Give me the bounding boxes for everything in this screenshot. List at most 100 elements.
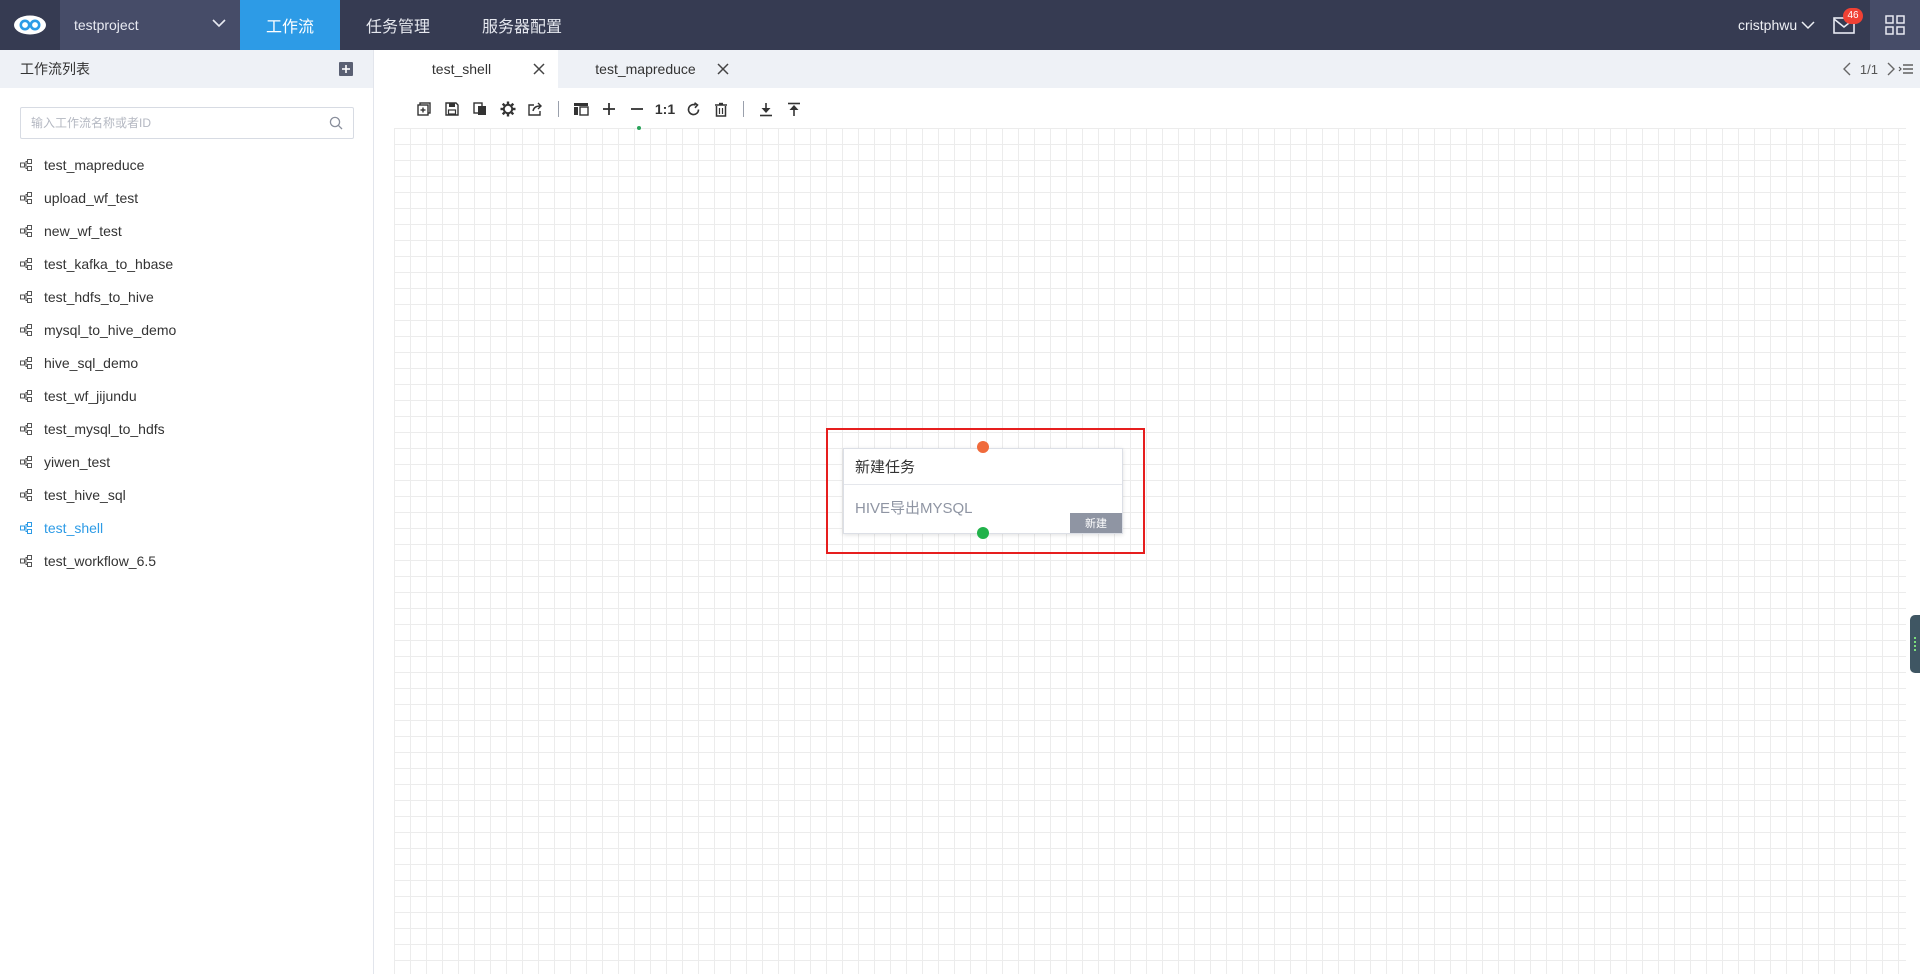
tab-list-button[interactable] (1898, 62, 1914, 76)
workflow-name: upload_wf_test (44, 189, 139, 206)
save-button[interactable] (438, 98, 466, 120)
delete-button[interactable] (707, 98, 735, 120)
search-input[interactable] (21, 108, 311, 138)
chevron-left-icon (1842, 62, 1851, 76)
minus-icon (631, 108, 643, 110)
workflow-item[interactable]: test_mysql_to_hdfs (0, 412, 373, 445)
page-indicator: 1/1 (1859, 61, 1878, 77)
plus-icon (342, 65, 350, 73)
sidebar-title: 工作流列表 (20, 61, 90, 77)
settings-button[interactable] (494, 98, 522, 120)
tab-test-mapreduce[interactable]: test_mapreduce (558, 50, 742, 88)
project-selector[interactable]: testproject (60, 0, 240, 50)
nav-workflow[interactable]: 工作流 (240, 0, 340, 50)
workflow-name: test_kafka_to_hbase (44, 255, 174, 272)
close-icon[interactable] (532, 62, 546, 76)
plus-icon (603, 103, 615, 115)
side-panel-handle[interactable] (1910, 615, 1920, 673)
node-task-type: HIVE导出MYSQL (855, 500, 973, 517)
toolbar-divider (558, 101, 559, 117)
refresh-button[interactable] (679, 98, 707, 120)
task-node[interactable]: 新建任务 HIVE导出MYSQL 新建 (843, 448, 1123, 534)
prev-page-button[interactable] (1842, 62, 1852, 76)
tab-label: test_mapreduce (595, 61, 696, 77)
download-button[interactable] (752, 98, 780, 120)
workflow-item[interactable]: test_workflow_6.5 (0, 544, 373, 577)
workflow-item[interactable]: upload_wf_test (0, 181, 373, 214)
workflow-item[interactable]: mysql_to_hive_demo (0, 313, 373, 346)
tab-test-shell[interactable]: test_shell (374, 50, 558, 88)
toolbar-divider (743, 101, 744, 117)
node-title: 新建任务 (844, 449, 1122, 485)
workflow-name: yiwen_test (44, 453, 111, 470)
layout-icon (574, 103, 589, 116)
workflow-name: test_shell (44, 519, 104, 536)
workflow-item[interactable]: test_kafka_to_hbase (0, 247, 373, 280)
edge-anchor-dot (637, 126, 641, 130)
copy-button[interactable] (466, 98, 494, 120)
layout-button[interactable] (567, 98, 595, 120)
workflow-name: test_wf_jijundu (44, 387, 137, 404)
app-logo[interactable] (0, 0, 60, 50)
add-node-icon (417, 102, 431, 116)
mail-count-badge: 46 (1843, 8, 1863, 24)
workflow-name: test_mapreduce (44, 156, 145, 173)
user-menu[interactable]: cristphwu (1738, 0, 1815, 50)
workflow-name: new_wf_test (44, 222, 122, 239)
nav-task-management[interactable]: 任务管理 (348, 0, 448, 50)
workflow-search (20, 107, 354, 139)
workflow-icon (20, 224, 32, 237)
upload-button[interactable] (780, 98, 808, 120)
zoom-in-button[interactable] (595, 98, 623, 120)
workflow-icon (20, 488, 32, 501)
workflow-icon (20, 389, 32, 402)
workflow-name: hive_sql_demo (44, 354, 139, 371)
save-icon (445, 102, 459, 116)
node-input-port[interactable] (977, 441, 989, 453)
workflow-item[interactable]: test_hdfs_to_hive (0, 280, 373, 313)
workflow-item[interactable]: new_wf_test (0, 214, 373, 247)
close-icon[interactable] (716, 62, 730, 76)
apps-button[interactable] (1870, 0, 1920, 50)
next-page-button[interactable] (1886, 62, 1896, 76)
workflow-canvas[interactable] (394, 128, 1906, 974)
workflow-item[interactable]: test_hive_sql (0, 478, 373, 511)
workflow-sidebar: 工作流列表 test_mapreduce upload_wf_test new_wf… (0, 50, 374, 974)
node-status-badge: 新建 (1070, 513, 1122, 533)
tab-pager: 1/1 (1842, 50, 1920, 88)
workflow-icon (20, 290, 32, 303)
workflow-name: test_workflow_6.5 (44, 552, 157, 569)
workflow-icon (20, 521, 32, 534)
nav-server-config[interactable]: 服务器配置 (468, 0, 576, 50)
trash-icon (715, 102, 727, 117)
workflow-item[interactable]: test_mapreduce (0, 148, 373, 181)
workflow-item[interactable]: test_wf_jijundu (0, 379, 373, 412)
workflow-icon (20, 455, 32, 468)
chevron-right-icon (1887, 62, 1895, 76)
workflow-icon (20, 422, 32, 435)
export-button[interactable] (522, 98, 550, 120)
grid-icon (1885, 15, 1905, 35)
tab-label: test_shell (431, 61, 492, 77)
zoom-out-button[interactable] (623, 98, 651, 120)
workflow-item[interactable]: yiwen_test (0, 445, 373, 478)
workflow-icon (20, 257, 32, 270)
zoom-reset-button[interactable]: 1:1 (651, 98, 679, 120)
search-icon[interactable] (329, 116, 343, 130)
refresh-icon (687, 101, 699, 115)
workflow-item[interactable]: test_shell (0, 511, 373, 544)
new-task-button[interactable] (410, 98, 438, 120)
copy-icon (473, 102, 486, 115)
list-icon (1898, 64, 1913, 74)
share-icon (528, 102, 542, 116)
workflow-item[interactable]: hive_sql_demo (0, 346, 373, 379)
editor-tab-bar: test_shell test_mapreduce 1/1 (374, 50, 1920, 88)
workflow-name: test_mysql_to_hdfs (44, 420, 165, 437)
workflow-name: mysql_to_hive_demo (44, 321, 177, 338)
add-workflow-button[interactable] (339, 62, 353, 76)
chevron-down-icon (1801, 20, 1815, 29)
username: cristphwu (1738, 17, 1798, 33)
workflow-icon (20, 356, 32, 369)
node-output-port[interactable] (977, 527, 989, 539)
project-name: testproject (74, 17, 139, 33)
